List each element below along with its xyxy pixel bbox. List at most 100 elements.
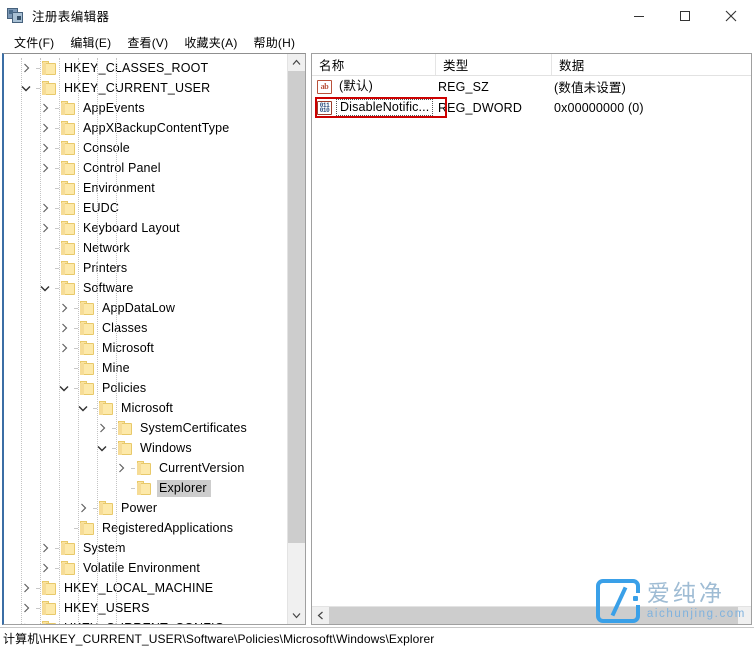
tree-scroll-track[interactable] — [288, 71, 305, 607]
value-name-label: (默认) — [339, 79, 373, 93]
tree-item-label: AppDataLow — [102, 300, 176, 315]
tree-guide-line — [97, 58, 99, 624]
tree-item-eudc[interactable]: EUDC — [4, 198, 287, 218]
tree-item-volatile-environment[interactable]: Volatile Environment — [4, 558, 287, 578]
tree-item-hkey-current-config[interactable]: HKEY_CURRENT_CONFIG — [4, 618, 287, 624]
menu-item-favorites[interactable]: 收藏夹(A) — [176, 32, 245, 53]
registry-tree-scroll-area: HKEY_CLASSES_ROOT HKEY_CURRENT_USER AppEve… — [4, 54, 287, 624]
tree-item-label: HKEY_CURRENT_USER — [64, 80, 211, 95]
tree-item-control-panel[interactable]: Control Panel — [4, 158, 287, 178]
folder-icon — [79, 381, 95, 395]
tree-item-policies[interactable]: Policies — [4, 378, 287, 398]
tree-item-label: Network — [83, 240, 130, 255]
tree-item-currentversion[interactable]: CurrentVersion — [4, 458, 287, 478]
tree-item-software[interactable]: Software — [4, 278, 287, 298]
tree-item-label: CurrentVersion — [159, 460, 245, 475]
tree-item-console[interactable]: Console — [4, 138, 287, 158]
column-header-name[interactable]: 名称 — [312, 54, 436, 75]
close-button[interactable] — [708, 0, 754, 31]
table-row[interactable]: 011 010 DisableNotific... REG_DWORD 0x000000… — [312, 97, 751, 118]
tree-scroll-up-button[interactable] — [288, 54, 305, 71]
folder-icon — [41, 601, 57, 615]
window-title: 注册表编辑器 — [32, 10, 110, 24]
tree-item-hkey-current-user[interactable]: HKEY_CURRENT_USER — [4, 78, 287, 98]
folder-icon — [79, 521, 95, 535]
value-data-cell: (数值未设置) — [554, 81, 626, 95]
status-bar: 计算机\HKEY_CURRENT_USER\Software\Policies\… — [0, 627, 754, 649]
tree-item-label: Control Panel — [83, 160, 161, 175]
tree-item-explorer[interactable]: Explorer — [4, 478, 287, 498]
column-header-type[interactable]: 类型 — [436, 54, 552, 75]
main-split: HKEY_CLASSES_ROOT HKEY_CURRENT_USER AppEve… — [0, 53, 754, 627]
column-header-data[interactable]: 数据 — [552, 54, 751, 75]
tree-guide-line — [40, 58, 42, 624]
tree-item-systemcertificates[interactable]: SystemCertificates — [4, 418, 287, 438]
tree-item-network[interactable]: Network — [4, 238, 287, 258]
menu-item-help[interactable]: 帮助(H) — [246, 32, 304, 53]
tree-item-environment[interactable]: Environment — [4, 178, 287, 198]
values-list: ab (默认) REG_SZ (数值未设置) 011 010 DisableNotific.… — [312, 76, 751, 606]
folder-icon — [79, 321, 95, 335]
tree-item-appdatalow[interactable]: AppDataLow — [4, 298, 287, 318]
minimize-button[interactable] — [616, 0, 662, 31]
registry-editor-icon — [7, 7, 25, 25]
values-scroll-left-button[interactable] — [312, 607, 329, 624]
chevron-down-icon — [292, 613, 301, 619]
menu-item-edit[interactable]: 编辑(E) — [62, 32, 119, 53]
tree-item-label: Power — [121, 500, 158, 515]
maximize-button[interactable] — [662, 0, 708, 31]
folder-icon — [41, 581, 57, 595]
tree-item-label: Volatile Environment — [83, 560, 200, 575]
folder-icon — [60, 221, 76, 235]
chevron-up-icon — [292, 59, 301, 65]
menu-item-view[interactable]: 查看(V) — [119, 32, 176, 53]
tree-connector — [129, 467, 136, 469]
tree-item-power[interactable]: Power — [4, 498, 287, 518]
values-column-header: 名称 类型 数据 — [312, 54, 751, 76]
tree-item-label: Microsoft — [121, 400, 174, 415]
folder-icon — [79, 341, 95, 355]
tree-item-label: HKEY_USERS — [64, 600, 150, 615]
values-horizontal-scrollbar[interactable] — [312, 606, 751, 624]
folder-icon — [60, 121, 76, 135]
tree-item-system[interactable]: System — [4, 538, 287, 558]
folder-icon — [41, 61, 57, 75]
tree-item-label: AppEvents — [83, 100, 145, 115]
tree-item-label: SystemCertificates — [140, 420, 247, 435]
registry-values-pane: 名称 类型 数据 ab (默认) REG_SZ (数值未设置) 011 010 Disabl… — [311, 53, 752, 625]
tree-item-mine[interactable]: Mine — [4, 358, 287, 378]
tree-guide-line — [78, 58, 80, 624]
tree-item-label: HKEY_CLASSES_ROOT — [64, 60, 209, 75]
minimize-icon — [634, 15, 644, 17]
table-row[interactable]: ab (默认) REG_SZ (数值未设置) — [312, 76, 751, 97]
tree-item-printers[interactable]: Printers — [4, 258, 287, 278]
chevron-left-icon — [317, 611, 323, 620]
tree-item-registeredapplications[interactable]: RegisteredApplications — [4, 518, 287, 538]
tree-item-classes[interactable]: Classes — [4, 318, 287, 338]
folder-icon — [98, 401, 114, 415]
folder-icon — [41, 621, 57, 624]
values-scroll-track[interactable] — [329, 607, 751, 624]
folder-icon — [60, 281, 76, 295]
tree-item-hkey-classes-root[interactable]: HKEY_CLASSES_ROOT — [4, 58, 287, 78]
tree-item-microsoft[interactable]: Microsoft — [4, 398, 287, 418]
status-bar-path: 计算机\HKEY_CURRENT_USER\Software\Policies\… — [3, 632, 435, 646]
folder-icon — [60, 201, 76, 215]
tree-item-keyboard-layout[interactable]: Keyboard Layout — [4, 218, 287, 238]
string-value-icon: ab — [317, 79, 332, 94]
tree-item-label: Windows — [140, 440, 192, 455]
values-scroll-thumb[interactable] — [329, 607, 739, 624]
tree-scroll-thumb[interactable] — [288, 71, 305, 543]
tree-scroll-down-button[interactable] — [288, 607, 305, 624]
tree-item-label: Environment — [83, 180, 155, 195]
folder-icon — [79, 301, 95, 315]
tree-item-microsoft[interactable]: Microsoft — [4, 338, 287, 358]
tree-item-appxbackupcontenttype[interactable]: AppXBackupContentType — [4, 118, 287, 138]
tree-vertical-scrollbar[interactable] — [287, 54, 305, 624]
tree-item-hkey-local-machine[interactable]: HKEY_LOCAL_MACHINE — [4, 578, 287, 598]
tree-item-windows[interactable]: Windows — [4, 438, 287, 458]
tree-item-hkey-users[interactable]: HKEY_USERS — [4, 598, 287, 618]
tree-item-appevents[interactable]: AppEvents — [4, 98, 287, 118]
tree-item-label: Classes — [102, 320, 148, 335]
menu-item-file[interactable]: 文件(F) — [6, 32, 62, 53]
